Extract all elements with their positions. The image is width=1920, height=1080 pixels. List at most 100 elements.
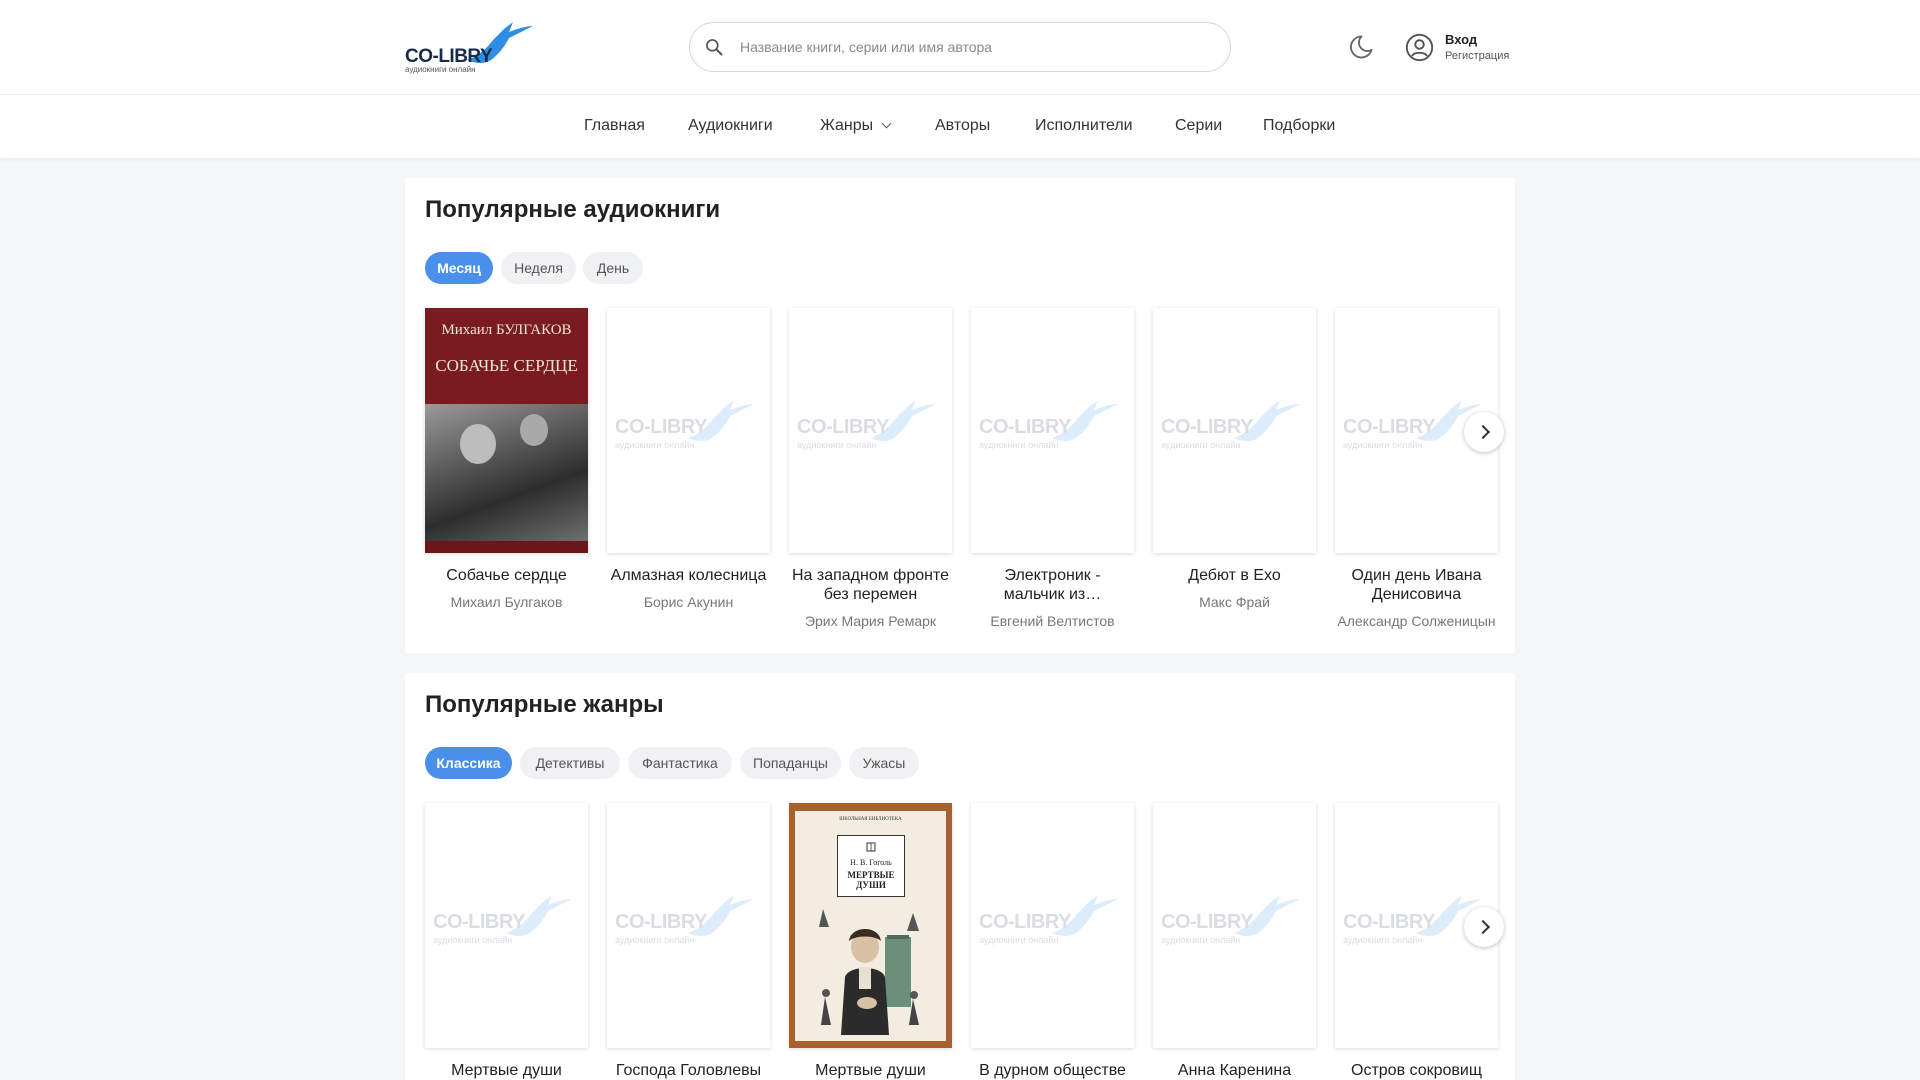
book-cover[interactable]: CO-LIBRY аудиокниги онлайн: [971, 803, 1134, 1048]
placeholder-logo-text: CO-LIBRY: [979, 911, 1071, 933]
nav-item-home[interactable]: Главная: [584, 117, 645, 135]
book-title[interactable]: В дурном обществе: [965, 1061, 1140, 1080]
carousel-next-button[interactable]: [1464, 907, 1504, 947]
book-author[interactable]: Михаил Булгаков: [419, 594, 594, 610]
register-link[interactable]: Регистрация: [1445, 50, 1509, 62]
cover-illustration: [819, 909, 919, 1035]
tab-classics[interactable]: Классика: [425, 747, 512, 779]
placeholder-logo-text: CO-LIBRY: [1343, 416, 1435, 438]
placeholder-logo: CO-LIBRY аудиокниги онлайн: [433, 893, 583, 953]
tab-detectives[interactable]: Детективы: [520, 747, 620, 779]
login-link[interactable]: Вход: [1445, 32, 1477, 47]
book-title[interactable]: Анна Каренина: [1147, 1061, 1322, 1080]
nav-item-genres[interactable]: Жанры: [820, 117, 892, 135]
placeholder-logo-text: CO-LIBRY: [1343, 911, 1435, 933]
book-title[interactable]: Электроник - мальчик из…: [985, 566, 1120, 604]
book-cover[interactable]: CO-LIBRY аудиокниги онлайн: [607, 803, 770, 1048]
tab-popadantsy[interactable]: Попаданцы: [740, 747, 841, 779]
book-title[interactable]: Собачье сердце: [419, 566, 594, 585]
main-nav: Главная Аудиокниги Жанры Авторы Исполнит…: [0, 94, 1920, 158]
placeholder-logo-text: CO-LIBRY: [615, 416, 707, 438]
tab-horror[interactable]: Ужасы: [849, 747, 919, 779]
cover-series-text: ШКОЛЬНАЯ БИБЛИОТЕКА: [839, 817, 902, 822]
book-cover[interactable]: ШКОЛЬНАЯ БИБЛИОТЕКА Н. В. Гоголь МЕРТВЫЕ…: [789, 803, 952, 1048]
cover-label: Н. В. Гоголь МЕРТВЫЕ ДУШИ: [837, 835, 905, 897]
cover-title-text: СОБАЧЬЕ СЕРДЦЕ: [435, 356, 578, 375]
cover-author-text: Михаил БУЛГАКОВ: [441, 322, 572, 338]
book-title[interactable]: На западном фронте без перемен: [783, 566, 958, 604]
tab-week[interactable]: Неделя: [501, 252, 576, 284]
popular-genres-section: Популярные жанры Классика Детективы Фант…: [405, 673, 1515, 1080]
book-author[interactable]: Макс Фрай: [1147, 594, 1322, 610]
book-emblem-icon: [866, 842, 876, 852]
placeholder-logo: CO-LIBRY аудиокниги онлайн: [1161, 398, 1311, 458]
placeholder-logo: CO-LIBRY аудиокниги онлайн: [1161, 893, 1311, 953]
placeholder-logo-subtitle: аудиокниги онлайн: [615, 935, 695, 945]
placeholder-logo-text: CO-LIBRY: [615, 911, 707, 933]
placeholder-logo: CO-LIBRY аудиокниги онлайн: [615, 893, 765, 953]
placeholder-logo-text: CO-LIBRY: [433, 911, 525, 933]
nav-item-audiobooks[interactable]: Аудиокниги: [688, 117, 773, 135]
nav-item-narrators[interactable]: Исполнители: [1035, 117, 1133, 135]
nav-item-genres-label: Жанры: [820, 117, 874, 134]
logo-subtitle: аудиокниги онлайн: [405, 65, 476, 74]
placeholder-logo-text: CO-LIBRY: [1161, 911, 1253, 933]
placeholder-logo-text: CO-LIBRY: [797, 416, 889, 438]
book-cover[interactable]: Михаил БУЛГАКОВ СОБАЧЬЕ СЕРДЦЕ: [425, 308, 588, 553]
placeholder-logo-subtitle: аудиокниги онлайн: [615, 440, 695, 450]
placeholder-logo-subtitle: аудиокниги онлайн: [979, 935, 1059, 945]
book-cover[interactable]: CO-LIBRY аудиокниги онлайн: [1153, 308, 1316, 553]
book-cover[interactable]: CO-LIBRY аудиокниги онлайн: [971, 308, 1134, 553]
cover-panel: ШКОЛЬНАЯ БИБЛИОТЕКА Н. В. Гоголь МЕРТВЫЕ…: [795, 811, 946, 1041]
search-box[interactable]: [689, 22, 1231, 72]
placeholder-logo: CO-LIBRY аудиокниги онлайн: [797, 398, 947, 458]
placeholder-logo-subtitle: аудиокниги онлайн: [1343, 440, 1423, 450]
book-title[interactable]: Мертвые души: [419, 1061, 594, 1080]
user-account-icon[interactable]: [1405, 33, 1434, 62]
book-cover[interactable]: CO-LIBRY аудиокниги онлайн: [1153, 803, 1316, 1048]
tab-fantasy[interactable]: Фантастика: [628, 747, 732, 779]
book-title[interactable]: Дебют в Ехо: [1147, 566, 1322, 585]
search-icon[interactable]: [704, 37, 724, 57]
section-title: Популярные жанры: [425, 691, 664, 718]
placeholder-logo-text: CO-LIBRY: [979, 416, 1071, 438]
header: CO-LIBRY аудиокниги онлайн Вход Регистра…: [0, 0, 1920, 94]
nav-item-series[interactable]: Серии: [1175, 117, 1222, 135]
section-title: Популярные аудиокниги: [425, 196, 721, 223]
book-cover[interactable]: CO-LIBRY аудиокниги онлайн: [789, 308, 952, 553]
book-author[interactable]: Евгений Велтистов: [965, 613, 1140, 629]
site-logo[interactable]: CO-LIBRY аудиокниги онлайн: [405, 20, 535, 74]
placeholder-logo-subtitle: аудиокниги онлайн: [797, 440, 877, 450]
placeholder-logo: CO-LIBRY аудиокниги онлайн: [979, 398, 1129, 458]
chevron-down-icon: [881, 118, 892, 129]
search-input[interactable]: [740, 23, 1210, 71]
tab-day[interactable]: День: [583, 252, 643, 284]
tab-month[interactable]: Месяц: [425, 252, 493, 284]
placeholder-logo: CO-LIBRY аудиокниги онлайн: [615, 398, 765, 458]
book-author[interactable]: Борис Акунин: [601, 594, 776, 610]
dark-mode-icon[interactable]: [1347, 33, 1375, 61]
carousel-next-button[interactable]: [1464, 412, 1504, 452]
book-title[interactable]: Один день Ивана Денисовича: [1339, 566, 1494, 604]
book-title[interactable]: Господа Головлевы: [601, 1061, 776, 1080]
book-title[interactable]: Алмазная колесница: [601, 566, 776, 585]
nav-item-authors[interactable]: Авторы: [935, 117, 990, 135]
placeholder-logo-subtitle: аудиокниги онлайн: [1343, 935, 1423, 945]
book-cover[interactable]: CO-LIBRY аудиокниги онлайн: [425, 803, 588, 1048]
cover-title-text: МЕРТВЫЕ ДУШИ: [847, 870, 895, 890]
placeholder-logo: CO-LIBRY аудиокниги онлайн: [979, 893, 1129, 953]
book-title[interactable]: Мертвые души: [783, 1061, 958, 1080]
nav-item-collections[interactable]: Подборки: [1263, 117, 1335, 135]
placeholder-logo-subtitle: аудиокниги онлайн: [1161, 440, 1241, 450]
book-author[interactable]: Александр Солженицын: [1329, 613, 1504, 629]
book-author[interactable]: Эрих Мария Ремарк: [783, 613, 958, 629]
book-title[interactable]: Остров сокровищ: [1329, 1061, 1504, 1080]
book-cover[interactable]: CO-LIBRY аудиокниги онлайн: [607, 308, 770, 553]
placeholder-logo-subtitle: аудиокниги онлайн: [979, 440, 1059, 450]
placeholder-logo-subtitle: аудиокниги онлайн: [433, 935, 513, 945]
placeholder-logo-subtitle: аудиокниги онлайн: [1161, 935, 1241, 945]
popular-audiobooks-section: Популярные аудиокниги Месяц Неделя День …: [405, 178, 1515, 653]
cover-author-text: Н. В. Гоголь: [850, 858, 892, 867]
cover-strip: [425, 541, 588, 553]
placeholder-logo-text: CO-LIBRY: [1161, 416, 1253, 438]
